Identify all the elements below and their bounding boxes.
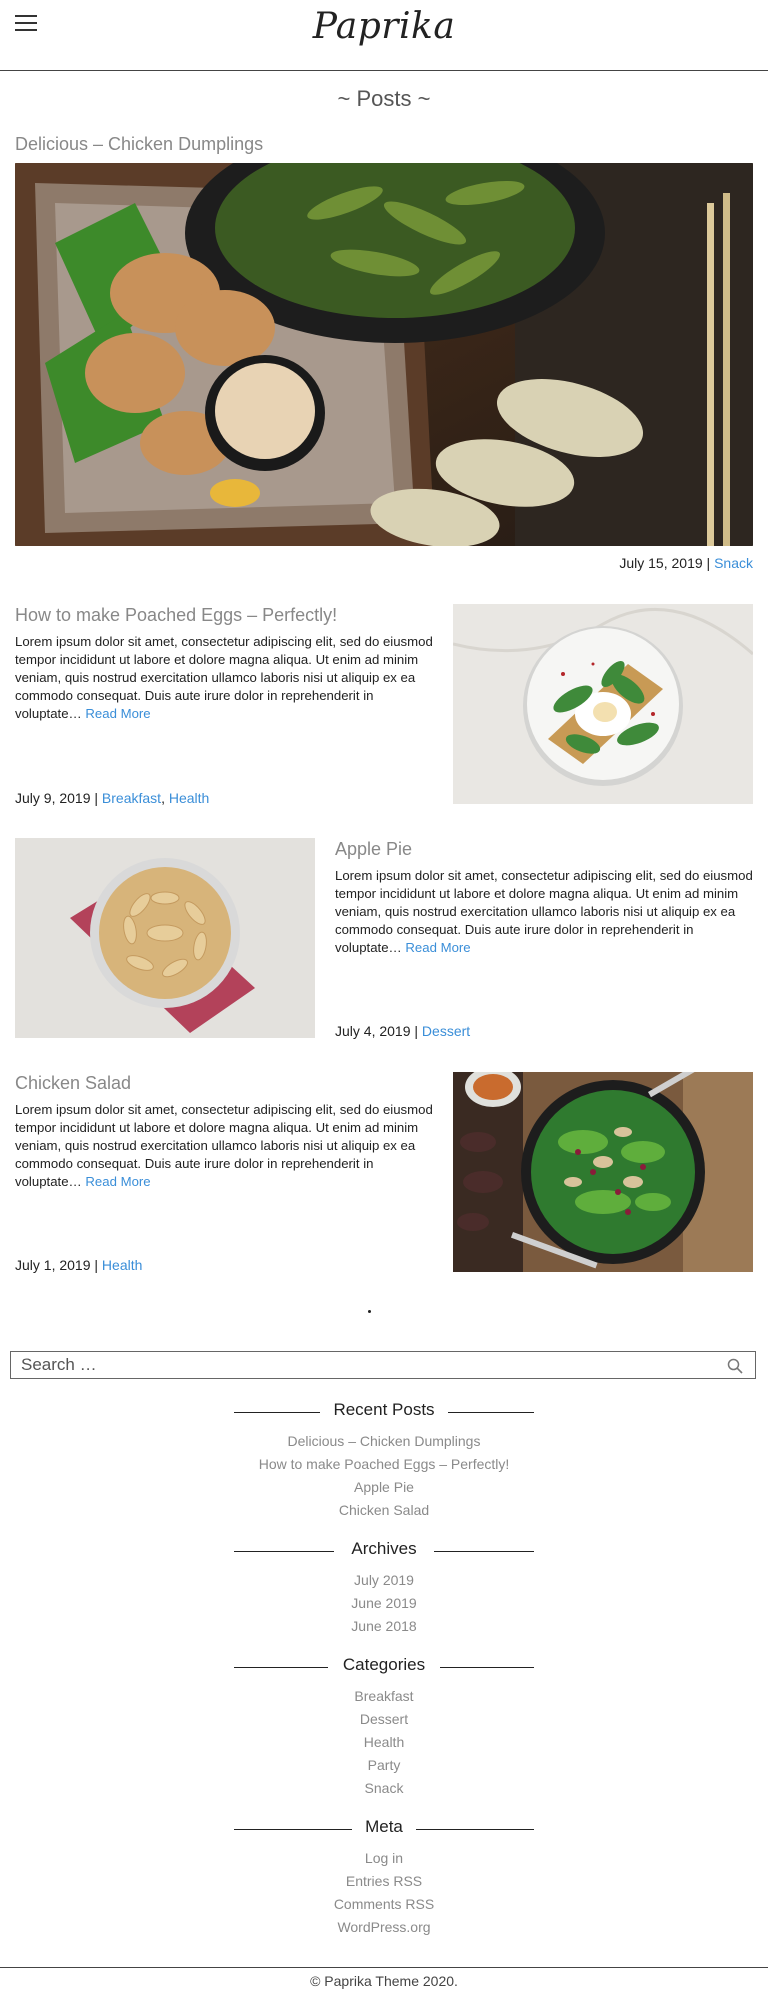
category-link-dessert[interactable]: Dessert (422, 1023, 470, 1039)
post-image-apple-pie[interactable] (15, 838, 315, 1038)
category-link-breakfast[interactable]: Breakfast (102, 790, 161, 806)
page-title: ~ Posts ~ (337, 86, 431, 111)
post-title-poached-eggs[interactable]: How to make Poached Eggs – Perfectly! (15, 605, 337, 626)
post-title-chicken-salad[interactable]: Chicken Salad (15, 1073, 131, 1094)
widget-title: Recent Posts (333, 1400, 435, 1419)
search-icon[interactable] (727, 1358, 743, 1374)
recent-post-link[interactable]: Chicken Salad (0, 1499, 768, 1522)
read-more-link[interactable]: Read More (85, 1174, 150, 1189)
post-date: July 1, 2019 (15, 1257, 91, 1273)
entries-rss-link[interactable]: Entries RSS (0, 1870, 768, 1893)
post-title-apple-pie[interactable]: Apple Pie (335, 839, 412, 860)
post-image-poached-eggs[interactable] (453, 604, 753, 804)
post-excerpt: Lorem ipsum dolor sit amet, consectetur … (15, 634, 433, 721)
recent-post-link[interactable]: How to make Poached Eggs – Perfectly! (0, 1453, 768, 1476)
post-date: July 15, 2019 (619, 555, 703, 571)
post-date: July 4, 2019 (335, 1023, 411, 1039)
archive-link[interactable]: June 2018 (0, 1615, 768, 1638)
archive-link[interactable]: June 2019 (0, 1592, 768, 1615)
post-excerpt: Lorem ipsum dolor sit amet, consectetur … (15, 1102, 433, 1189)
post-meta: July 15, 2019 | Snack (619, 555, 753, 571)
footer-copyright: © Paprika Theme 2020. (310, 1973, 458, 1989)
category-link-party[interactable]: Party (0, 1754, 768, 1777)
site-logo[interactable]: Paprika (0, 6, 768, 47)
wordpress-link[interactable]: WordPress.org (0, 1916, 768, 1939)
post-date: July 9, 2019 (15, 790, 91, 806)
category-link-health[interactable]: Health (102, 1257, 142, 1273)
footer-divider (0, 1967, 768, 1968)
search-input[interactable] (21, 1352, 701, 1378)
comments-rss-link[interactable]: Comments RSS (0, 1893, 768, 1916)
read-more-link[interactable]: Read More (405, 940, 470, 955)
read-more-link[interactable]: Read More (85, 706, 150, 721)
post-meta: July 4, 2019 | Dessert (335, 1023, 471, 1039)
widget-archives: Archives July 2019 June 2019 June 2018 (0, 1539, 768, 1638)
post-meta: July 9, 2019 | Breakfast, Health (15, 790, 210, 806)
widget-title: Meta (365, 1817, 403, 1836)
category-link-health[interactable]: Health (169, 790, 209, 806)
post-title-chicken-dumplings[interactable]: Delicious – Chicken Dumplings (15, 134, 263, 155)
category-link-dessert[interactable]: Dessert (0, 1708, 768, 1731)
category-link-snack[interactable]: Snack (714, 555, 753, 571)
widget-title: Archives (351, 1539, 417, 1558)
pagination-dot (368, 1310, 371, 1313)
widget-categories: Categories Breakfast Dessert Health Part… (0, 1655, 768, 1800)
search-form (10, 1351, 756, 1379)
post-image-chicken-dumplings[interactable] (15, 163, 753, 546)
recent-post-link[interactable]: Apple Pie (0, 1476, 768, 1499)
category-link-snack[interactable]: Snack (0, 1777, 768, 1800)
widget-recent-posts: Recent Posts Delicious – Chicken Dumplin… (0, 1400, 768, 1522)
widget-meta: Meta Log in Entries RSS Comments RSS Wor… (0, 1817, 768, 1939)
recent-post-link[interactable]: Delicious – Chicken Dumplings (0, 1430, 768, 1453)
archive-link[interactable]: July 2019 (0, 1569, 768, 1592)
login-link[interactable]: Log in (0, 1847, 768, 1870)
post-image-chicken-salad[interactable] (453, 1072, 753, 1272)
site-header: Paprika (0, 0, 768, 71)
category-link-breakfast[interactable]: Breakfast (0, 1685, 768, 1708)
category-link-health[interactable]: Health (0, 1731, 768, 1754)
post-excerpt: Lorem ipsum dolor sit amet, consectetur … (335, 868, 753, 955)
post-meta: July 1, 2019 | Health (15, 1257, 143, 1273)
widget-title: Categories (342, 1655, 426, 1674)
